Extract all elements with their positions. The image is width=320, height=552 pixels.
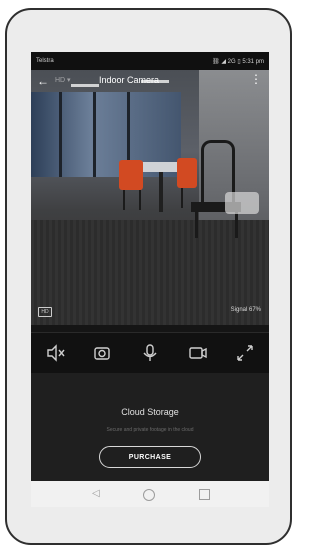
app-screen: Telstra ⛓ ◢ 2G ▯ 5:31 pm ← HD ▾ Indoor C… <box>31 52 269 507</box>
orange-chair <box>177 158 197 188</box>
nav-home-icon[interactable] <box>143 489 155 501</box>
nav-recent-apps-icon[interactable] <box>199 489 210 500</box>
orange-chair <box>119 160 143 190</box>
cloud-storage-panel: Cloud Storage Secure and private footage… <box>31 373 269 481</box>
purchase-button[interactable]: PURCHASE <box>99 446 201 468</box>
chair-leg <box>235 210 238 238</box>
quality-selector[interactable]: HD ▾ <box>55 76 71 84</box>
more-options-icon[interactable]: ⋮ <box>250 72 262 86</box>
floor-object <box>225 192 259 214</box>
cloud-storage-subtitle: Secure and private footage in the cloud <box>106 427 194 433</box>
chair-leg <box>123 190 125 210</box>
back-arrow-icon[interactable]: ← <box>37 73 49 89</box>
record-icon[interactable] <box>187 342 209 364</box>
nav-back-icon[interactable]: ◁ <box>92 488 100 499</box>
chair-leg <box>139 190 141 210</box>
live-camera-view[interactable] <box>31 70 269 325</box>
app-header: ← HD ▾ Indoor Camera ⋮ <box>31 70 269 92</box>
microphone-icon[interactable] <box>139 342 161 364</box>
chair-leg <box>181 188 183 208</box>
hd-badge[interactable]: HD <box>38 307 52 317</box>
chair-leg <box>195 210 198 238</box>
android-nav-bar: ◁ <box>31 481 269 507</box>
status-bar: Telstra ⛓ ◢ 2G ▯ 5:31 pm <box>31 52 269 70</box>
status-right: ⛓ ◢ 2G ▯ 5:31 pm <box>212 58 264 65</box>
fullscreen-icon[interactable] <box>234 342 256 364</box>
cloud-storage-title: Cloud Storage <box>121 407 179 417</box>
carrier-label: Telstra <box>36 58 54 64</box>
camera-controls-bar <box>31 332 269 374</box>
speaker-mute-icon[interactable] <box>44 342 66 364</box>
signal-strength-label: Signal 67% <box>230 307 261 313</box>
window-frame-bar <box>93 92 96 177</box>
page-title: Indoor Camera <box>99 75 160 85</box>
window-frame-bar <box>59 92 62 177</box>
snapshot-icon[interactable] <box>91 342 113 364</box>
table-leg <box>159 172 163 212</box>
